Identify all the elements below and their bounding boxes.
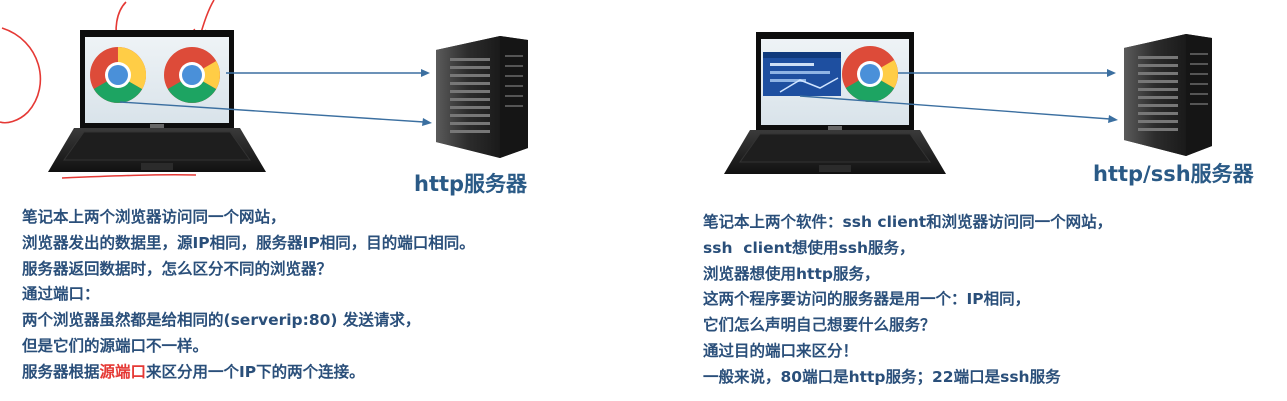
chrome-icon bbox=[842, 46, 898, 102]
chrome-icon bbox=[164, 47, 220, 103]
text-line: 服务器根据源端口来区分用一个IP下的两个连接。 bbox=[22, 360, 475, 386]
text-segment: 来区分用一个IP下的两个连接。 bbox=[146, 362, 365, 381]
left-illustration bbox=[0, 0, 528, 179]
server-icon bbox=[436, 36, 528, 158]
server-icon bbox=[1124, 34, 1212, 156]
text-line: 但是它们的源端口不一样。 bbox=[22, 336, 209, 355]
left-server-label: http服务器 bbox=[414, 172, 528, 196]
highlight-source-port: 源端口 bbox=[99, 362, 147, 381]
text-line: 笔记本上两个软件：ssh client和浏览器访问同一个网站， bbox=[703, 213, 1113, 231]
text-line: 一般来说，80端口是http服务；22端口是ssh服务 bbox=[703, 367, 1061, 386]
text-line: 浏览器想使用http服务， bbox=[703, 264, 880, 283]
laptop-icon bbox=[48, 30, 266, 172]
text-line: 笔记本上两个浏览器访问同一个网站， bbox=[22, 208, 286, 226]
right-server-label: http/ssh服务器 bbox=[1093, 162, 1254, 186]
text-segment: 服务器根据 bbox=[22, 362, 100, 381]
text-line: 通过端口： bbox=[22, 285, 100, 304]
text-line: 两个浏览器虽然都是给相同的(serverip:80) 发送请求， bbox=[22, 311, 421, 330]
right-explanation: 笔记本上两个软件：ssh client和浏览器访问同一个网站， ssh clie… bbox=[703, 210, 1112, 391]
ssh-client-window-icon bbox=[763, 52, 841, 96]
annotation-underline bbox=[61, 173, 197, 179]
text-line: 它们怎么声明自己想要什么服务？ bbox=[703, 316, 936, 335]
text-line: 这两个程序要访问的服务器是用一个：IP相同， bbox=[703, 290, 1031, 309]
text-line: 通过目的端口来区分！ bbox=[703, 341, 859, 360]
left-explanation: 笔记本上两个浏览器访问同一个网站， 浏览器发出的数据里，源IP相同，服务器IP相… bbox=[22, 205, 475, 386]
text-line: 浏览器发出的数据里，源IP相同，服务器IP相同，目的端口相同。 bbox=[22, 233, 475, 252]
text-line: ssh client想使用ssh服务， bbox=[703, 238, 915, 257]
text-line: 服务器返回数据时，怎么区分不同的浏览器？ bbox=[22, 259, 333, 278]
annotation-circle bbox=[0, 27, 42, 124]
